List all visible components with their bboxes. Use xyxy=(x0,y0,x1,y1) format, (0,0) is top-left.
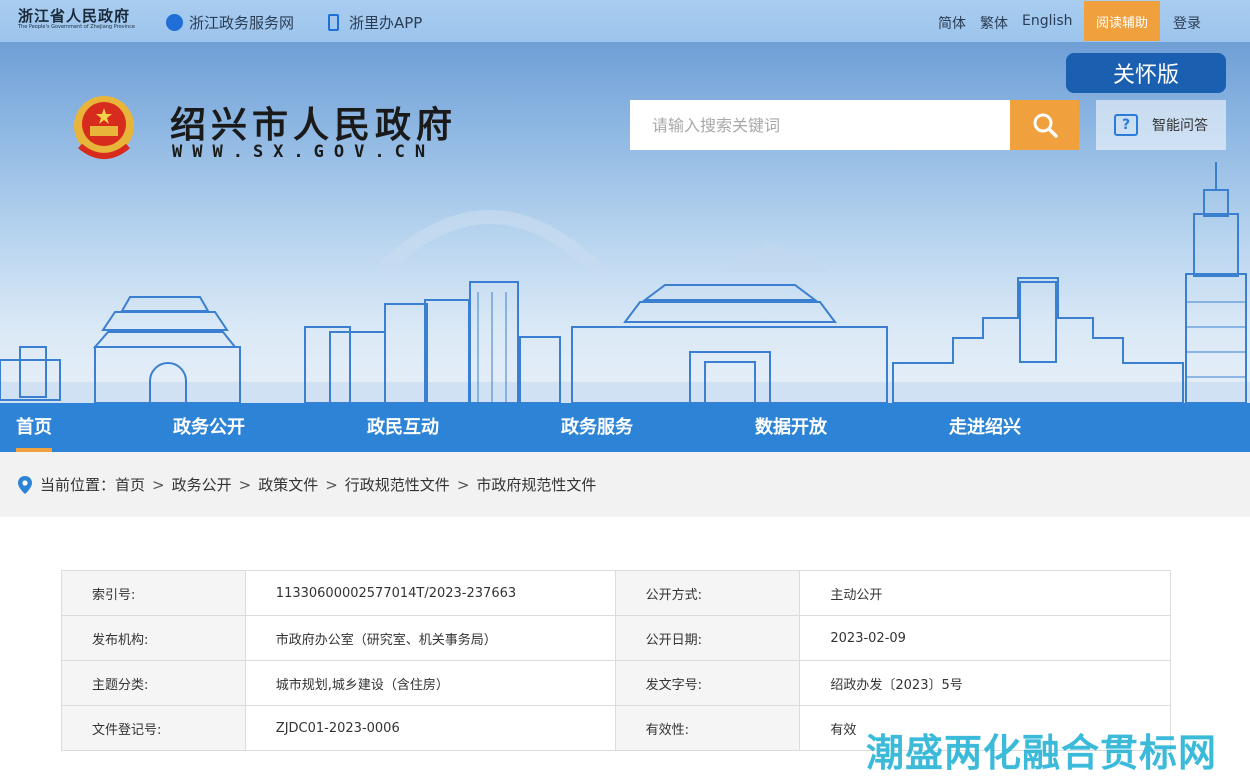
breadcrumb-city-normative-docs[interactable]: 市政府规范性文件 xyxy=(476,474,596,495)
province-logo-text: 浙江省人民政府 xyxy=(18,7,131,25)
index-no-label: 索引号: xyxy=(61,570,246,616)
national-emblem-logo xyxy=(74,96,134,159)
smart-qa-label: 智能问答 xyxy=(1152,118,1208,134)
site-name[interactable]: 绍兴市人民政府 xyxy=(170,96,457,148)
nav-gov-affairs-open[interactable]: 政务公开 xyxy=(173,403,245,452)
search-button[interactable] xyxy=(1010,100,1079,150)
breadcrumb-policy-docs[interactable]: 政策文件 xyxy=(258,474,318,495)
publish-date-value: 2023-02-09 xyxy=(799,615,1171,661)
breadcrumb-gov-open[interactable]: 政务公开 xyxy=(172,474,232,495)
province-logo[interactable]: 浙江省人民政府 The People's Government of Zheji… xyxy=(18,8,138,31)
breadcrumb-normative-docs[interactable]: 行政规范性文件 xyxy=(345,474,450,495)
lang-simplified[interactable]: 简体 xyxy=(938,13,966,33)
location-pin-icon xyxy=(18,475,32,494)
breadcrumb-home[interactable]: 首页 xyxy=(115,474,145,495)
site-url: WWW.SX.GOV.CN xyxy=(172,142,436,162)
disclosure-method-value: 主动公开 xyxy=(799,570,1171,616)
doc-number-value: 绍政办发〔2023〕5号 xyxy=(799,660,1171,706)
header-banner: 绍兴市人民政府 WWW.SX.GOV.CN 关怀版 ? 智能问答 xyxy=(0,42,1250,403)
registration-no-label: 文件登记号: xyxy=(61,705,246,751)
smart-qa-button[interactable]: ? 智能问答 xyxy=(1096,100,1226,150)
disclosure-method-label: 公开方式: xyxy=(614,570,801,616)
breadcrumb-separator: > xyxy=(152,475,165,494)
breadcrumb-separator: > xyxy=(456,475,470,494)
publisher-value: 市政府办公室（研究室、机关事务局） xyxy=(244,615,616,661)
search-icon xyxy=(1033,113,1058,138)
reading-assist-button[interactable]: 阅读辅助 xyxy=(1084,1,1160,41)
lang-traditional[interactable]: 繁体 xyxy=(980,13,1008,33)
zjzwfw-link[interactable]: 浙江政务服务网 xyxy=(166,12,294,33)
top-bar: 浙江省人民政府 The People's Government of Zheji… xyxy=(0,0,1250,42)
zheliban-app-link[interactable]: 浙里办APP xyxy=(328,12,422,33)
table-row: 主题分类: 城市规划,城乡建设（含住房） 发文字号: 绍政办发〔2023〕5号 xyxy=(61,660,1171,706)
breadcrumb-separator: > xyxy=(325,475,338,494)
search-input[interactable] xyxy=(630,100,1010,150)
nav-home[interactable]: 首页 xyxy=(16,403,52,452)
breadcrumb-bar: 当前位置： 首页 > 政务公开 > 政策文件 > 行政规范性文件 > 市政府规范… xyxy=(0,452,1250,517)
nav-interaction[interactable]: 政民互动 xyxy=(367,403,439,452)
publisher-label: 发布机构: xyxy=(61,615,246,661)
table-row: 发布机构: 市政府办公室（研究室、机关事务局） 公开日期: 2023-02-09 xyxy=(61,615,1171,661)
question-icon: ? xyxy=(1114,114,1138,136)
zheliban-label: 浙里办APP xyxy=(349,14,423,32)
login-link[interactable]: 登录 xyxy=(1173,13,1201,33)
topic-value: 城市规划,城乡建设（含住房） xyxy=(244,660,616,706)
doc-number-label: 发文字号: xyxy=(614,660,801,706)
zjzwfw-label: 浙江政务服务网 xyxy=(189,14,295,32)
phone-icon xyxy=(328,14,339,31)
nav-gov-services[interactable]: 政务服务 xyxy=(561,403,633,452)
service-network-icon xyxy=(166,14,183,31)
care-version-button[interactable]: 关怀版 xyxy=(1066,53,1226,93)
topic-label: 主题分类: xyxy=(61,660,246,706)
validity-label: 有效性: xyxy=(614,705,801,751)
breadcrumb-prefix: 当前位置： xyxy=(40,476,116,494)
nav-about-shaoxing[interactable]: 走进绍兴 xyxy=(949,403,1021,452)
table-row: 索引号: 11330600002577014T/2023-237663 公开方式… xyxy=(61,570,1171,616)
breadcrumb: 当前位置： 首页 > 政务公开 > 政策文件 > 行政规范性文件 > 市政府规范… xyxy=(18,474,596,495)
lang-english[interactable]: English xyxy=(1022,13,1073,29)
main-nav: 首页 政务公开 政民互动 政务服务 数据开放 走进绍兴 xyxy=(0,403,1250,452)
breadcrumb-separator: > xyxy=(238,475,252,494)
registration-no-value: ZJDC01-2023-0006 xyxy=(244,705,616,751)
nav-open-data[interactable]: 数据开放 xyxy=(755,403,827,452)
province-logo-subtitle: The People's Government of Zhejiang Prov… xyxy=(18,24,135,30)
publish-date-label: 公开日期: xyxy=(614,615,801,661)
index-no-value: 11330600002577014T/2023-237663 xyxy=(244,570,616,616)
